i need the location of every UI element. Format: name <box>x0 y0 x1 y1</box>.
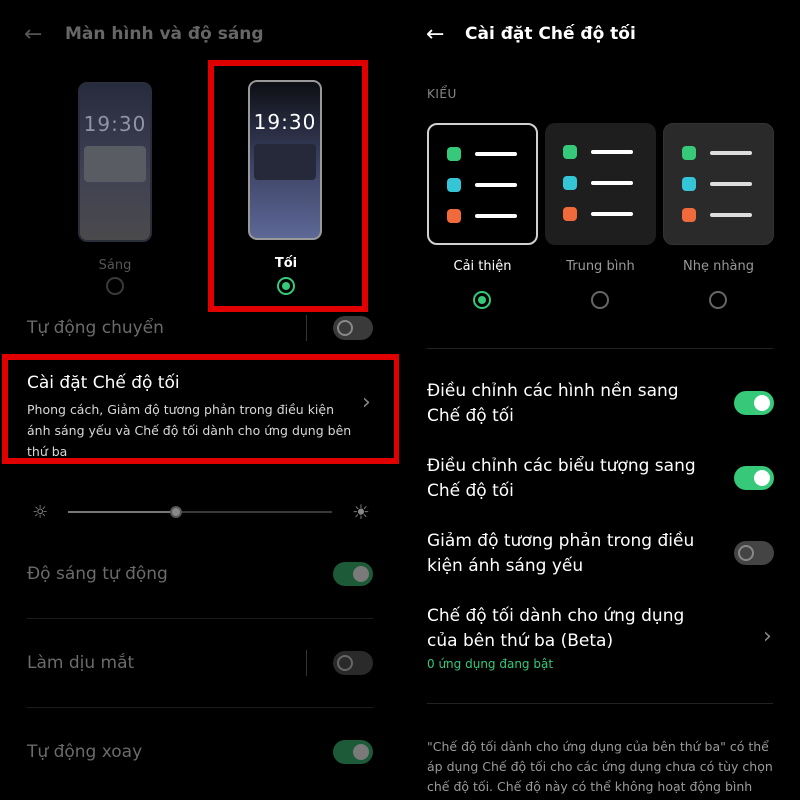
style-preview-line <box>563 145 663 159</box>
style-card-medium[interactable] <box>545 123 656 245</box>
brightness-high-icon: ☀ <box>352 500 370 524</box>
wallpaper-dark-label: Điều chỉnh các hình nền sang Chế độ tối <box>427 381 679 426</box>
preview-clock: 19:30 <box>83 112 147 136</box>
style-preview-dot <box>682 177 696 191</box>
divider <box>27 707 373 708</box>
style-label-enhanced: Cải thiện <box>453 259 512 274</box>
style-preview-dot <box>563 145 577 159</box>
style-preview-bar <box>475 214 517 218</box>
eye-comfort-label: Làm dịu mắt <box>27 653 135 673</box>
image-split-divider <box>399 0 401 800</box>
style-label-medium: Trung bình <box>566 259 635 274</box>
style-preview-line <box>682 146 782 160</box>
auto-rotate-toggle[interactable] <box>333 740 373 764</box>
style-preview-bar <box>710 213 752 217</box>
auto-switch-toggle[interactable] <box>333 316 373 340</box>
page-title: Màn hình và độ sáng <box>65 24 264 44</box>
arrow-left-icon[interactable]: ← <box>24 24 42 46</box>
third-party-footnote: "Chế độ tối dành cho ứng dụng của bên th… <box>427 739 773 800</box>
brightness-slider-fill <box>68 511 177 513</box>
divider <box>27 618 373 619</box>
style-preview-bar <box>591 150 633 154</box>
style-radio-enhanced[interactable] <box>473 291 491 309</box>
chevron-right-icon: › <box>763 624 772 649</box>
preview-widget <box>84 146 146 182</box>
light-mode-radio[interactable] <box>106 277 124 295</box>
page-title: Cài đặt Chế độ tối <box>465 24 636 44</box>
style-preview-dot <box>682 146 696 160</box>
style-preview-line <box>447 178 547 192</box>
style-preview-dot <box>563 176 577 190</box>
style-preview-line <box>682 177 782 191</box>
auto-brightness-toggle[interactable] <box>333 562 373 586</box>
auto-switch-label: Tự động chuyển <box>27 318 164 338</box>
brightness-slider-thumb[interactable] <box>170 506 183 518</box>
eye-comfort-toggle[interactable] <box>333 651 373 675</box>
style-preview-dot <box>447 147 461 161</box>
reduce-contrast-label: Giảm độ tương phản trong điều kiện ánh s… <box>427 531 695 576</box>
style-preview-dot <box>447 178 461 192</box>
style-preview-line <box>563 176 663 190</box>
divider <box>427 703 773 704</box>
arrow-left-icon[interactable]: ← <box>426 24 444 46</box>
highlight-box-dark-mode <box>208 60 368 312</box>
separator <box>306 315 307 341</box>
style-preview-bar <box>591 212 633 216</box>
light-mode-preview[interactable]: 19:30 <box>78 82 152 242</box>
style-radio-gentle[interactable] <box>709 291 727 309</box>
style-preview-dot <box>563 207 577 221</box>
style-preview-dot <box>447 209 461 223</box>
brightness-low-icon: ☼ <box>32 502 49 523</box>
third-party-status: 0 ứng dụng đang bật <box>427 657 554 671</box>
separator <box>306 650 307 676</box>
style-preview-bar <box>591 181 633 185</box>
style-card-gentle[interactable] <box>663 123 774 245</box>
style-preview-dot <box>682 208 696 222</box>
dark-mode-settings-screen: ← Cài đặt Chế độ tối KIỂU Cải thiện Trun… <box>400 0 800 800</box>
style-preview-line <box>447 209 547 223</box>
auto-rotate-label: Tự động xoay <box>27 742 143 762</box>
style-preview-bar <box>475 152 517 156</box>
brightness-slider[interactable] <box>68 506 332 518</box>
style-radio-medium[interactable] <box>591 291 609 309</box>
icons-dark-label: Điều chỉnh các biểu tượng sang Chế độ tố… <box>427 456 696 501</box>
wallpaper-dark-toggle[interactable] <box>734 391 774 415</box>
style-preview-bar <box>710 182 752 186</box>
reduce-contrast-toggle[interactable] <box>734 541 774 565</box>
divider <box>427 348 773 349</box>
light-mode-label: Sáng <box>98 258 132 273</box>
style-preview-line <box>563 207 663 221</box>
style-preview-bar <box>710 151 752 155</box>
highlight-box-dark-settings <box>2 354 400 464</box>
third-party-dark-label: Chế độ tối dành cho ứng dụng của bên thứ… <box>427 606 685 651</box>
style-card-enhanced[interactable] <box>427 123 538 245</box>
style-label-gentle: Nhẹ nhàng <box>682 259 755 274</box>
display-brightness-screen: ← Màn hình và độ sáng 19:30 19:30 Sáng T… <box>0 0 400 800</box>
style-preview-line <box>682 208 782 222</box>
auto-brightness-label: Độ sáng tự động <box>27 564 168 584</box>
style-preview-bar <box>475 183 517 187</box>
icons-dark-toggle[interactable] <box>734 466 774 490</box>
style-preview-line <box>447 147 547 161</box>
style-heading: KIỂU <box>427 87 457 101</box>
